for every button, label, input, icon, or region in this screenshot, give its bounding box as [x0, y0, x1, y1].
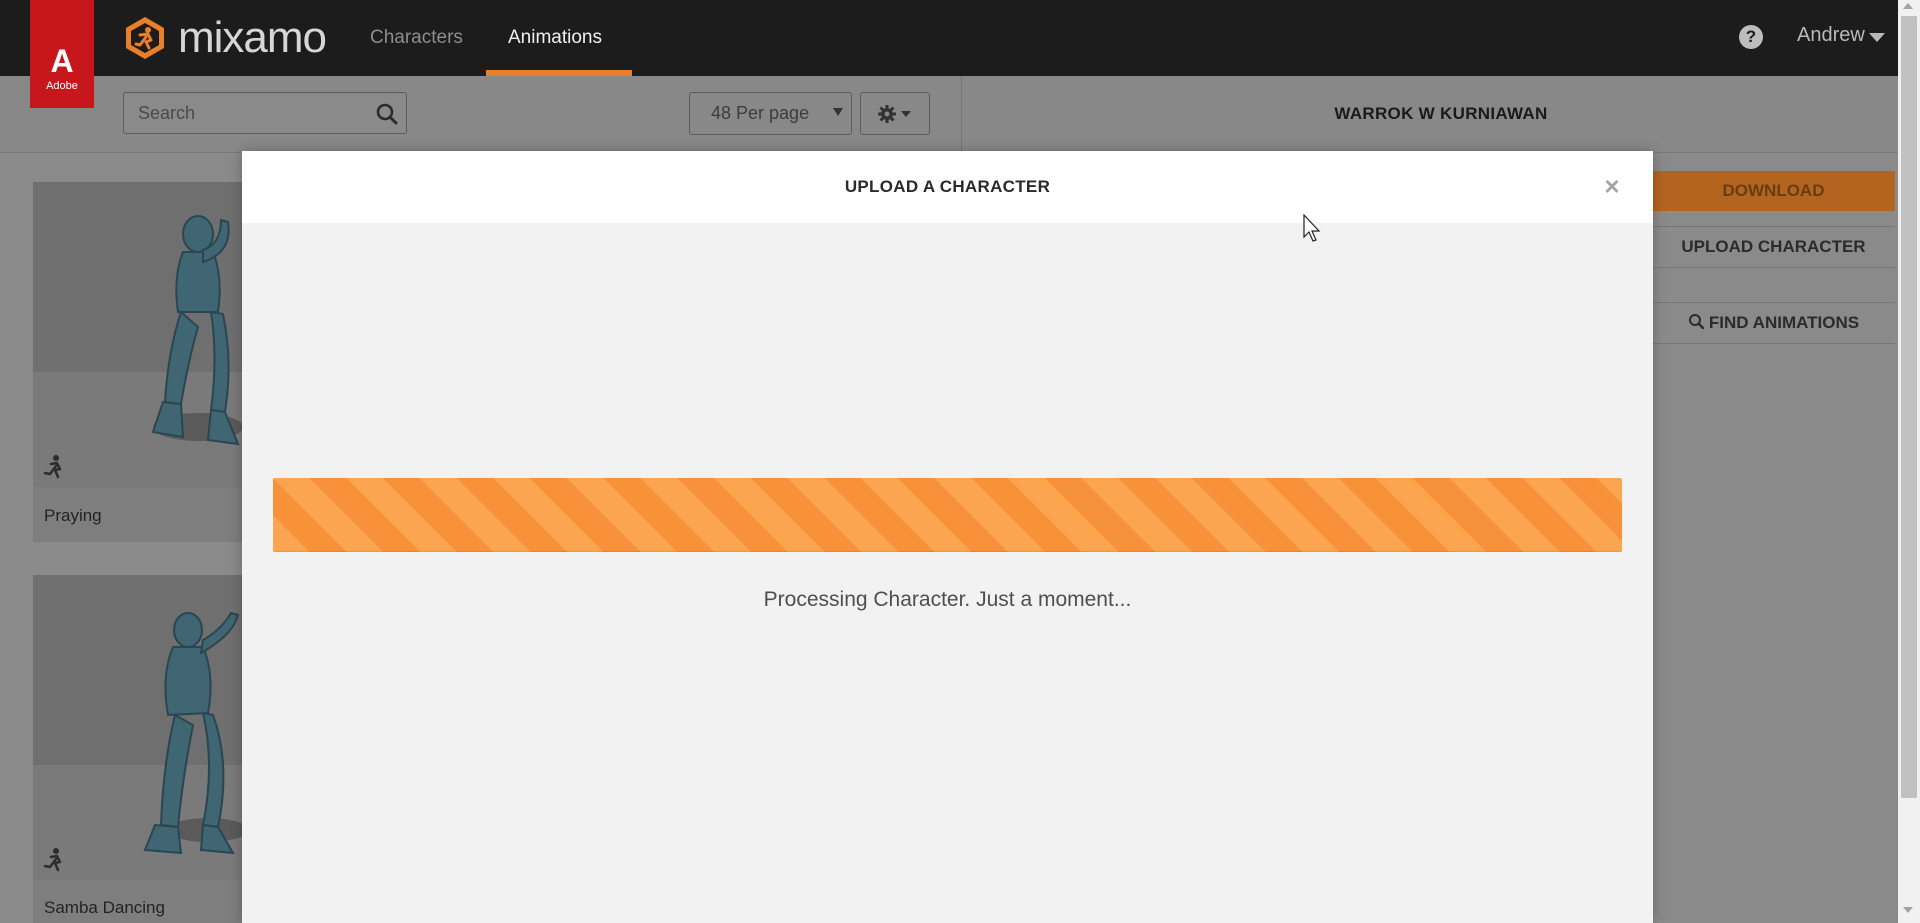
adobe-a-icon: A	[50, 43, 74, 79]
mixamo-logo-icon	[126, 17, 164, 59]
upload-character-button[interactable]: UPLOAD CHARACTER	[1652, 226, 1895, 268]
close-icon[interactable]: ×	[1600, 173, 1624, 199]
character-figure	[33, 611, 243, 880]
processing-status-text: Processing Character. Just a moment...	[763, 588, 1132, 611]
search-icon	[1688, 314, 1705, 330]
user-menu-caret-icon[interactable]	[1869, 33, 1885, 42]
download-button[interactable]: DOWNLOAD	[1652, 171, 1895, 211]
character-figure	[33, 215, 243, 487]
animation-card-label: Samba Dancing	[44, 898, 165, 917]
modal-title: UPLOAD A CHARACTER	[844, 177, 1051, 196]
running-figure-icon	[43, 848, 62, 872]
running-figure-icon	[43, 455, 62, 479]
scroll-up-arrow-icon[interactable]	[1903, 3, 1913, 9]
animation-thumbnail[interactable]	[33, 182, 243, 487]
search-icon[interactable]	[374, 101, 400, 127]
progress-bar	[273, 478, 1622, 552]
adobe-logo[interactable]: A Adobe	[30, 0, 94, 108]
nav-characters-tab[interactable]: Characters	[348, 0, 485, 76]
chevron-down-icon[interactable]	[833, 108, 843, 116]
scrollbar-thumb[interactable]	[1901, 16, 1917, 798]
progress-bar-fill	[273, 478, 1622, 552]
chevron-down-icon	[901, 111, 911, 117]
animation-card[interactable]: Praying	[33, 182, 243, 542]
upload-character-modal: UPLOAD A CHARACTER × Processing Characte…	[242, 151, 1653, 923]
mixamo-brand[interactable]: mixamo	[122, 12, 327, 64]
find-animations-label: FIND ANIMATIONS	[1708, 313, 1860, 332]
animation-thumbnail[interactable]	[33, 575, 243, 880]
search-box[interactable]	[123, 92, 407, 134]
nav-animations-tab[interactable]: Animations	[486, 0, 624, 76]
character-name: WARROK W KURNIAWAN	[1334, 104, 1548, 123]
mouse-cursor-icon	[1303, 214, 1321, 242]
search-input[interactable]	[138, 93, 368, 133]
find-animations-button[interactable]: FIND ANIMATIONS	[1652, 302, 1895, 344]
settings-dropdown-button[interactable]	[860, 92, 930, 135]
animation-card-label: Praying	[44, 506, 102, 525]
user-menu-name[interactable]: Andrew	[1797, 24, 1865, 47]
scroll-down-arrow-icon[interactable]	[1903, 907, 1913, 913]
help-icon[interactable]: ?	[1739, 25, 1763, 49]
brand-name: mixamo	[178, 13, 327, 62]
per-page-select[interactable]: 48 Per page	[689, 92, 852, 135]
adobe-logo-text: Adobe	[46, 80, 78, 92]
animation-card[interactable]: Samba Dancing	[33, 575, 243, 923]
gear-icon	[878, 105, 896, 123]
